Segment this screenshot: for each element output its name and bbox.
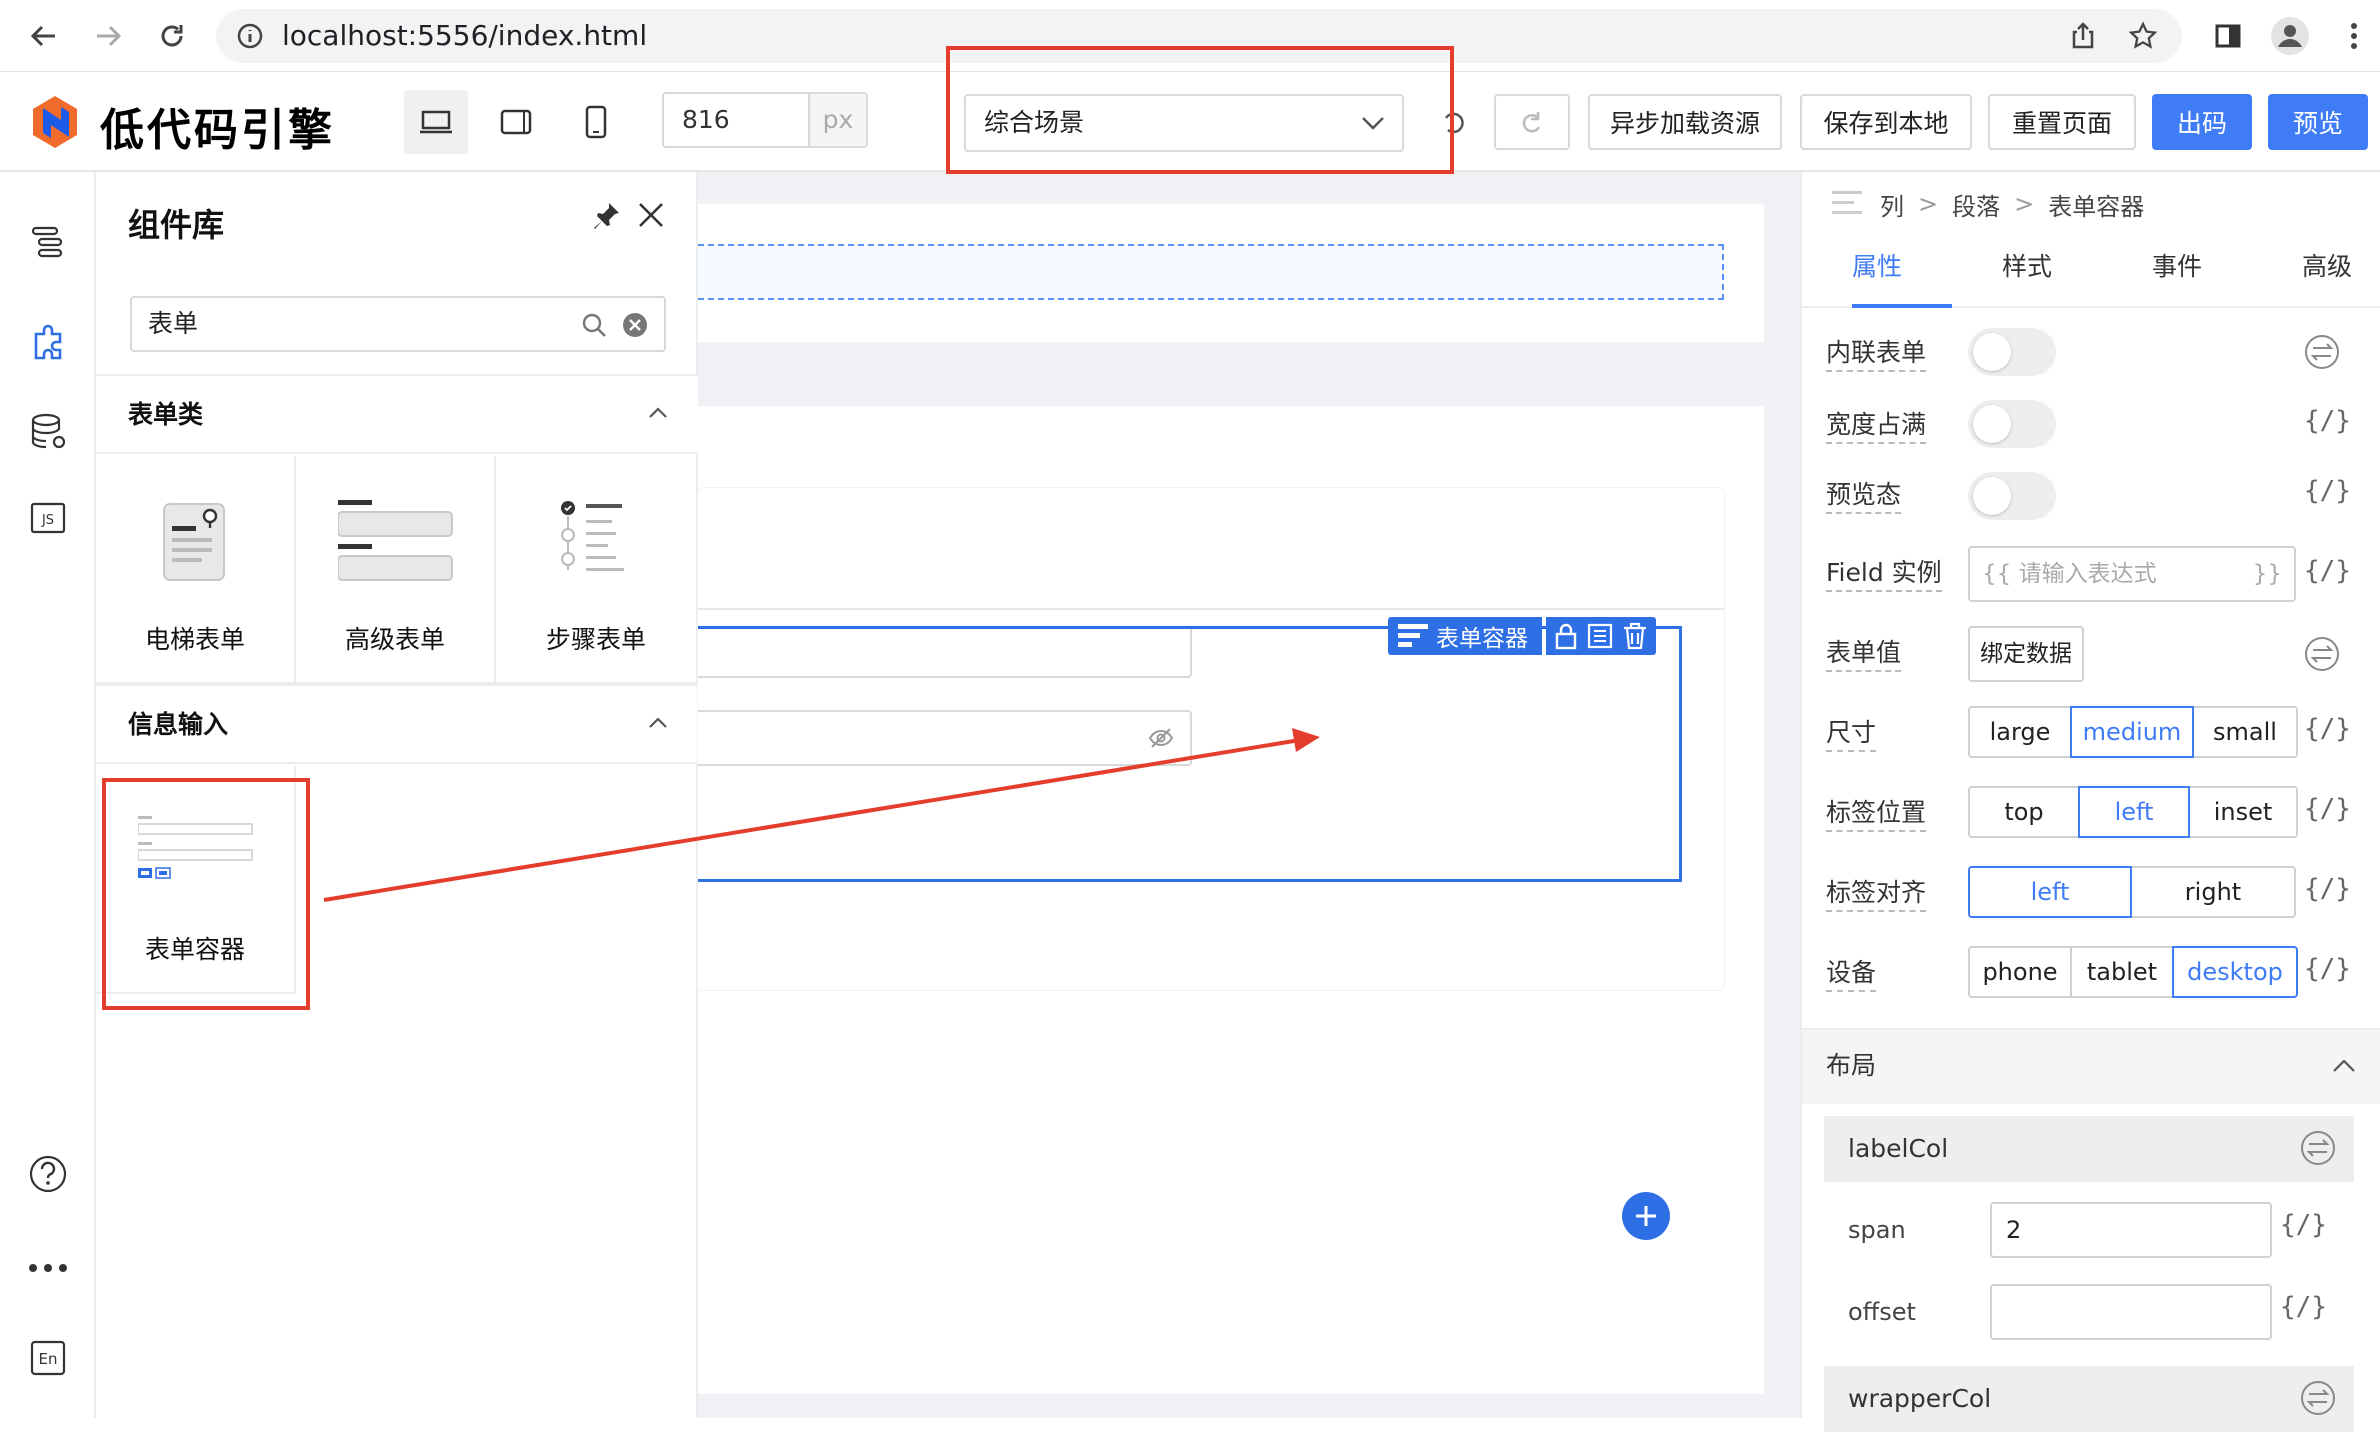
label-position-left[interactable]: left xyxy=(2078,786,2190,838)
device-option-desktop[interactable]: desktop xyxy=(2172,946,2298,998)
label-align-left[interactable]: left xyxy=(1968,866,2132,918)
annotation-arrow-icon xyxy=(323,728,1320,902)
size-option-medium[interactable]: medium xyxy=(2070,706,2194,758)
